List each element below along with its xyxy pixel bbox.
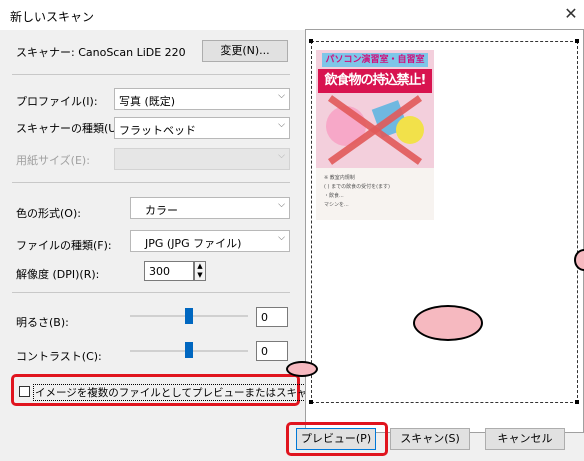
spin-up-icon[interactable]: ▲	[195, 262, 205, 271]
prohibition-cross	[327, 95, 423, 165]
scanner-type-value: フラットベッド	[119, 124, 196, 137]
change-scanner-button[interactable]: 変更(N)...	[202, 40, 288, 62]
profile-label: プロファイル(I):	[16, 95, 98, 108]
file-type-select[interactable]: JPG (JPG ファイル) ⌵	[130, 230, 290, 252]
poster-caption-4: マシンを...	[324, 202, 349, 208]
close-icon[interactable]: ✕	[562, 5, 580, 23]
separator	[12, 292, 290, 293]
annotation-oval	[286, 361, 318, 377]
resolution-label: 解像度 (DPI)(R):	[16, 268, 100, 281]
selection-handle[interactable]	[309, 39, 313, 43]
color-format-label: 色の形式(O):	[16, 207, 81, 220]
chevron-down-icon: ⌵	[278, 200, 285, 210]
profile-select[interactable]: 写真 (既定) ⌵	[114, 88, 290, 110]
brightness-input[interactable]: 0	[256, 307, 288, 327]
cancel-button[interactable]: キャンセル	[485, 428, 565, 450]
contrast-label: コントラスト(C):	[16, 350, 102, 363]
brightness-slider-thumb[interactable]	[185, 308, 193, 324]
profile-value: 写真 (既定)	[119, 95, 176, 108]
scan-button[interactable]: スキャン(S)	[390, 428, 470, 450]
spin-down-icon[interactable]: ▼	[195, 271, 205, 280]
chevron-down-icon: ⌵	[278, 120, 285, 130]
file-type-label: ファイルの種類(F):	[16, 239, 112, 252]
preview-scan-image: パソコン演習室・自習室 飲食物の持込禁止! ※ 教室内規制 ( ) までの飲食の…	[316, 50, 434, 220]
scanner-type-select[interactable]: フラットベッド ⌵	[114, 117, 290, 139]
brightness-label: 明るさ(B):	[16, 316, 69, 329]
poster-caption-1: ※ 教室内規制	[324, 175, 355, 181]
contrast-input[interactable]: 0	[256, 341, 288, 361]
color-format-value: カラー	[145, 204, 178, 217]
file-type-value: JPG (JPG ファイル)	[145, 237, 242, 250]
contrast-slider-thumb[interactable]	[185, 342, 193, 358]
annotation-oval	[413, 305, 483, 341]
poster-caption-2: ( ) までの飲食の受付を(ます)	[324, 184, 390, 190]
selection-handle[interactable]	[309, 400, 313, 404]
poster-caption-3: ・飲食...	[324, 193, 344, 199]
resolution-input[interactable]: 300	[144, 261, 194, 281]
paper-size-label: 用紙サイズ(E):	[16, 154, 90, 167]
paper-size-select[interactable]: ⌵	[114, 148, 290, 170]
color-format-select[interactable]: カラー ⌵	[130, 197, 290, 219]
scanner-type-label: スキャナーの種類(U):	[16, 122, 125, 135]
multi-file-checkbox[interactable]	[19, 386, 30, 397]
separator	[12, 182, 290, 183]
chevron-down-icon: ⌵	[278, 233, 285, 243]
chevron-down-icon: ⌵	[278, 151, 285, 161]
preview-button[interactable]: プレビュー(P)	[296, 428, 376, 450]
resolution-spinner[interactable]: ▲ ▼	[194, 261, 206, 281]
selection-handle[interactable]	[575, 39, 579, 43]
window-title: 新しいスキャン	[10, 10, 95, 24]
scanner-label: スキャナー: CanoScan LiDE 220	[16, 46, 186, 59]
separator	[12, 74, 290, 75]
chevron-down-icon: ⌵	[278, 91, 285, 101]
selection-handle[interactable]	[575, 400, 579, 404]
